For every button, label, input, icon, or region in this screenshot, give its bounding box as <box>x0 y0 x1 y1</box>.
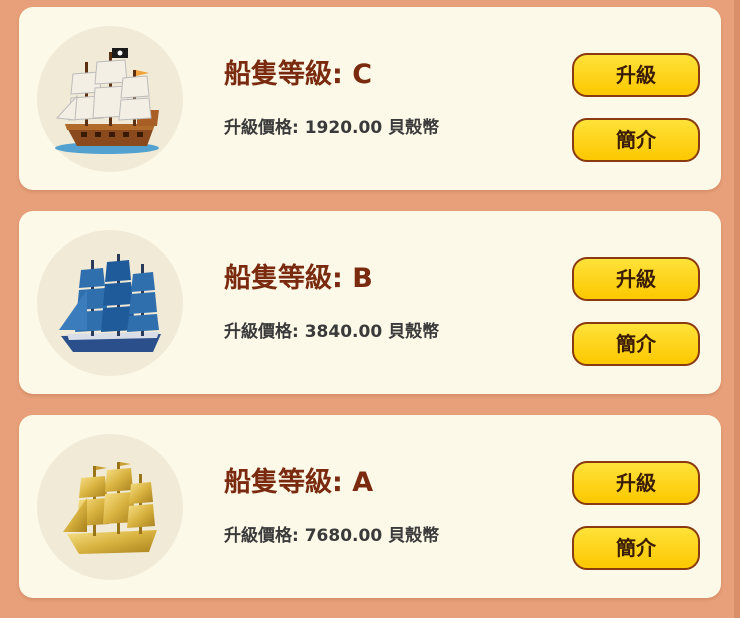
upgrade-price-a: 升級價格: 7680.00 貝殼幣 <box>224 526 440 546</box>
ship-card-c: 船隻等級: C 升級價格: 1920.00 貝殼幣 升級 簡介 <box>19 7 721 190</box>
ship-image-b <box>37 230 183 376</box>
info-button-a[interactable]: 簡介 <box>572 526 700 570</box>
golden-ship-icon <box>63 462 157 554</box>
ship-image-a <box>37 434 183 580</box>
ship-image-c <box>37 26 183 172</box>
upgrade-price-b: 升級價格: 3840.00 貝殼幣 <box>224 322 440 342</box>
info-button-b[interactable]: 簡介 <box>572 322 700 366</box>
info-button-c[interactable]: 簡介 <box>572 118 700 162</box>
blue-clipper-ship-icon <box>59 254 161 352</box>
upgrade-button-c[interactable]: 升級 <box>572 53 700 97</box>
ship-card-b: 船隻等級: B 升級價格: 3840.00 貝殼幣 升級 簡介 <box>19 211 721 394</box>
scrollbar[interactable] <box>734 0 740 618</box>
ship-grade-b: 船隻等級: B <box>224 263 373 294</box>
ship-grade-a: 船隻等級: A <box>224 467 374 498</box>
ship-card-a: 船隻等級: A 升級價格: 7680.00 貝殼幣 升級 簡介 <box>19 415 721 598</box>
upgrade-price-c: 升級價格: 1920.00 貝殼幣 <box>224 118 440 138</box>
upgrade-button-a[interactable]: 升級 <box>572 461 700 505</box>
pirate-galleon-icon <box>55 48 159 154</box>
ship-grade-c: 船隻等級: C <box>224 59 373 90</box>
upgrade-button-b[interactable]: 升級 <box>572 257 700 301</box>
